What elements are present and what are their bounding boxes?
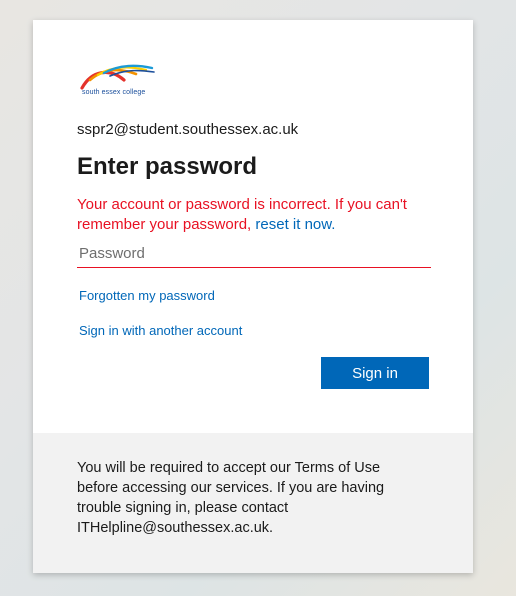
logo-swoosh-icon [80, 64, 155, 90]
college-logo: south essex college [80, 64, 156, 100]
sign-in-another-account-link[interactable]: Sign in with another account [79, 323, 242, 338]
error-text: Your account or password is incorrect. I… [77, 196, 407, 233]
forgot-password-link[interactable]: Forgotten my password [79, 288, 215, 303]
footer-text: You will be required to accept our Terms… [77, 460, 385, 536]
footer-panel: You will be required to accept our Terms… [33, 433, 473, 573]
reset-password-link[interactable]: reset it now. [255, 216, 335, 233]
error-message: Your account or password is incorrect. I… [77, 195, 422, 235]
sign-in-button[interactable]: Sign in [321, 357, 429, 389]
sign-in-card: south essex college sspr2@student.southe… [33, 20, 473, 573]
password-input[interactable] [77, 239, 431, 268]
account-identity: sspr2@student.southessex.ac.uk [77, 121, 299, 138]
page-title: Enter password [77, 153, 258, 180]
logo-text: south essex college [82, 89, 146, 96]
